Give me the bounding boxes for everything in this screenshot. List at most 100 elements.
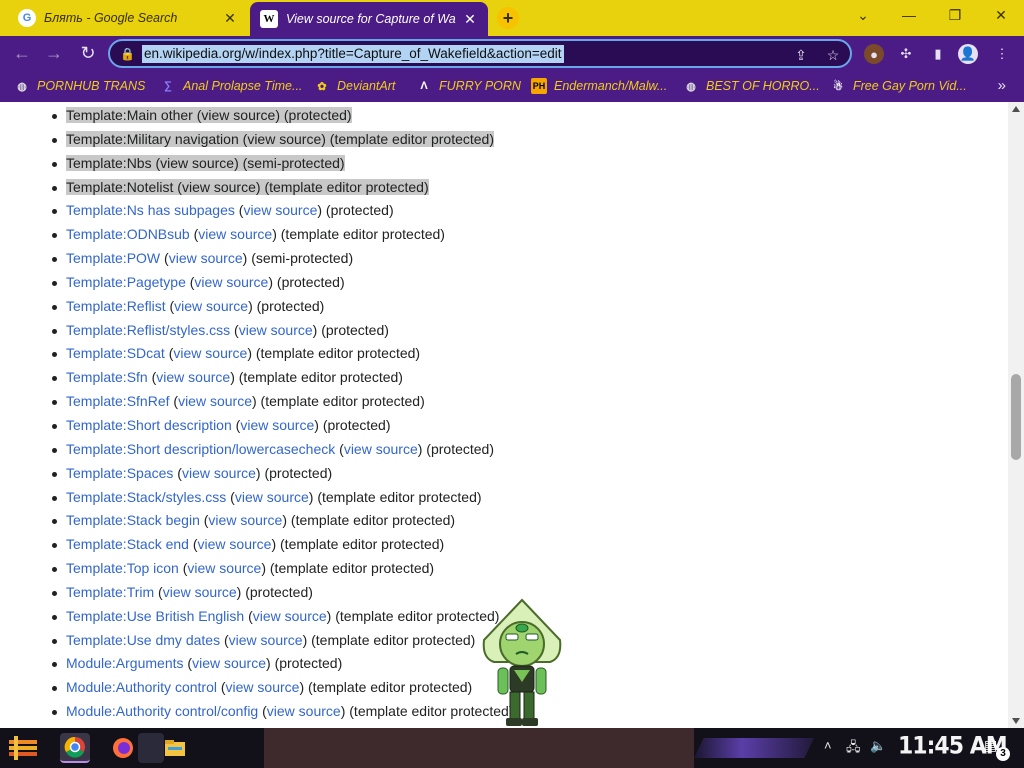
firefox-icon[interactable]: [108, 733, 138, 763]
page-link[interactable]: Template:Top icon: [66, 560, 179, 576]
new-tab-button[interactable]: +: [497, 7, 519, 29]
tab-google-search[interactable]: G Блять - Google Search ✕: [8, 2, 248, 34]
view-source-link[interactable]: view source: [239, 322, 313, 338]
chevron-up-icon[interactable]: ˄: [824, 738, 832, 753]
paren-close: ): [248, 297, 257, 314]
google-icon: G: [18, 9, 36, 27]
view-source-link[interactable]: view source: [243, 202, 317, 218]
page-link[interactable]: Template:Stack begin: [66, 512, 200, 528]
view-source-link[interactable]: view source: [240, 417, 314, 433]
page-link[interactable]: Template:Ns has subpages: [66, 202, 235, 218]
view-source-link[interactable]: view source: [235, 489, 309, 505]
url-text[interactable]: en.wikipedia.org/w/index.php?title=Captu…: [142, 45, 564, 63]
page-link[interactable]: Module:Authority control/config: [66, 703, 258, 719]
page-link[interactable]: Template:Notelist: [66, 179, 173, 195]
page-link[interactable]: Template:Reflist/styles.css: [66, 322, 230, 338]
page-link[interactable]: Template:SDcat: [66, 345, 165, 361]
bookmark-item[interactable]: ◍ BEST OF HORRO...: [683, 77, 819, 95]
list-item: Template:Notelist (view source) (templat…: [48, 176, 513, 200]
bookmark-star-icon[interactable]: ☆: [824, 46, 842, 64]
chevron-double-right-icon[interactable]: »: [998, 77, 1006, 94]
vertical-scrollbar[interactable]: [1008, 102, 1024, 728]
page-link[interactable]: Template:Short description: [66, 417, 232, 433]
chrome-icon[interactable]: [60, 733, 90, 763]
network-icon[interactable]: 🖧: [846, 738, 861, 760]
share-icon[interactable]: ⇪: [792, 46, 810, 64]
profile-extension-icon[interactable]: ●: [864, 44, 884, 64]
view-source-link[interactable]: view source: [182, 465, 256, 481]
view-source-link[interactable]: view source: [187, 560, 261, 576]
forward-arrow-icon[interactable]: →: [42, 41, 66, 65]
view-source-link[interactable]: view source: [247, 131, 321, 147]
page-link[interactable]: Template:Nbs: [66, 155, 152, 171]
tab-view-source[interactable]: W View source for Capture of Wa ✕: [250, 2, 488, 36]
close-icon[interactable]: ✕: [222, 10, 238, 26]
extensions-puzzle-icon[interactable]: ✣: [896, 44, 916, 64]
reload-icon[interactable]: ↻: [76, 41, 100, 65]
page-link[interactable]: Template:Pagetype: [66, 274, 186, 290]
bookmark-item[interactable]: ◍ PORNHUB TRANS: [14, 77, 145, 95]
view-source-link[interactable]: view source: [198, 536, 272, 552]
page-link[interactable]: Template:Short description/lowercasechec…: [66, 441, 335, 457]
view-source-link[interactable]: view source: [173, 345, 247, 361]
view-source-link[interactable]: view source: [192, 655, 266, 671]
page-link[interactable]: Template:Use British English: [66, 608, 244, 624]
page-link[interactable]: Template:Main other: [66, 107, 193, 123]
address-bar[interactable]: 🔒 en.wikipedia.org/w/index.php?title=Cap…: [108, 39, 852, 68]
menu-kebab-icon[interactable]: ⋮: [992, 44, 1012, 64]
start-menu-icon[interactable]: [6, 734, 40, 762]
page-link[interactable]: Module:Authority control: [66, 679, 217, 695]
close-icon[interactable]: ✕: [462, 11, 478, 27]
view-source-link[interactable]: view source: [267, 703, 341, 719]
scroll-up-arrow-icon[interactable]: [1012, 106, 1020, 112]
notification-icon[interactable]: ▤ 3: [984, 737, 1010, 761]
page-link[interactable]: Template:POW: [66, 250, 160, 266]
paren-open: (: [226, 488, 235, 505]
page-link[interactable]: Template:Sfn: [66, 369, 148, 385]
page-link[interactable]: Template:Spaces: [66, 465, 173, 481]
scroll-down-arrow-icon[interactable]: [1012, 718, 1020, 724]
view-source-link[interactable]: view source: [198, 226, 272, 242]
page-link[interactable]: Template:Stack end: [66, 536, 189, 552]
close-window-button[interactable]: ✕: [978, 0, 1024, 30]
volume-icon[interactable]: 🔈: [870, 738, 886, 754]
tab-search-icon[interactable]: ⌄: [840, 0, 886, 30]
lock-icon[interactable]: 🔒: [120, 47, 135, 61]
view-source-link[interactable]: view source: [182, 179, 256, 195]
scrollbar-thumb[interactable]: [1011, 374, 1021, 460]
page-link[interactable]: Template:Stack/styles.css: [66, 489, 226, 505]
bookmark-item[interactable]: PH Endermanch/Malw...: [531, 77, 667, 95]
view-source-link[interactable]: view source: [160, 155, 234, 171]
minimize-button[interactable]: —: [886, 0, 932, 30]
view-source-link[interactable]: view source: [156, 369, 230, 385]
side-panel-icon[interactable]: ▮: [928, 44, 948, 64]
view-source-link[interactable]: view source: [174, 298, 248, 314]
page-link[interactable]: Template:Use dmy dates: [66, 632, 220, 648]
page-link[interactable]: Template:Military navigation: [66, 131, 239, 147]
view-source-link[interactable]: view source: [344, 441, 418, 457]
bookmark-item[interactable]: Λ FURRY PORN: [416, 77, 521, 95]
back-arrow-icon[interactable]: ←: [10, 41, 34, 65]
bookmark-item[interactable]: ∑ Anal Prolapse Time...: [160, 77, 302, 95]
avatar[interactable]: 👤: [958, 44, 978, 64]
bookmark-item[interactable]: ☃ Free Gay Porn Vid...: [830, 77, 967, 95]
page-link[interactable]: Template:Trim: [66, 584, 154, 600]
view-source-link[interactable]: view source: [229, 632, 303, 648]
view-source-link[interactable]: view source: [178, 393, 252, 409]
view-source-link[interactable]: view source: [208, 512, 282, 528]
view-source-link[interactable]: view source: [253, 608, 327, 624]
bracket-icon: ∑: [164, 80, 172, 92]
restore-button[interactable]: ❐: [932, 0, 978, 30]
page-link[interactable]: Template:ODNBsub: [66, 226, 190, 242]
bookmark-item[interactable]: ✿ DeviantArt: [314, 77, 395, 95]
protection-status: (template editor protected): [308, 679, 473, 696]
view-source-link[interactable]: view source: [169, 250, 243, 266]
view-source-link[interactable]: view source: [163, 584, 237, 600]
page-link[interactable]: Template:SfnRef: [66, 393, 170, 409]
view-source-link[interactable]: view source: [201, 107, 275, 123]
page-link[interactable]: Template:Reflist: [66, 298, 166, 314]
view-source-link[interactable]: view source: [194, 274, 268, 290]
view-source-link[interactable]: view source: [226, 679, 300, 695]
page-link[interactable]: Module:Arguments: [66, 655, 184, 671]
file-explorer-icon[interactable]: [160, 733, 190, 763]
